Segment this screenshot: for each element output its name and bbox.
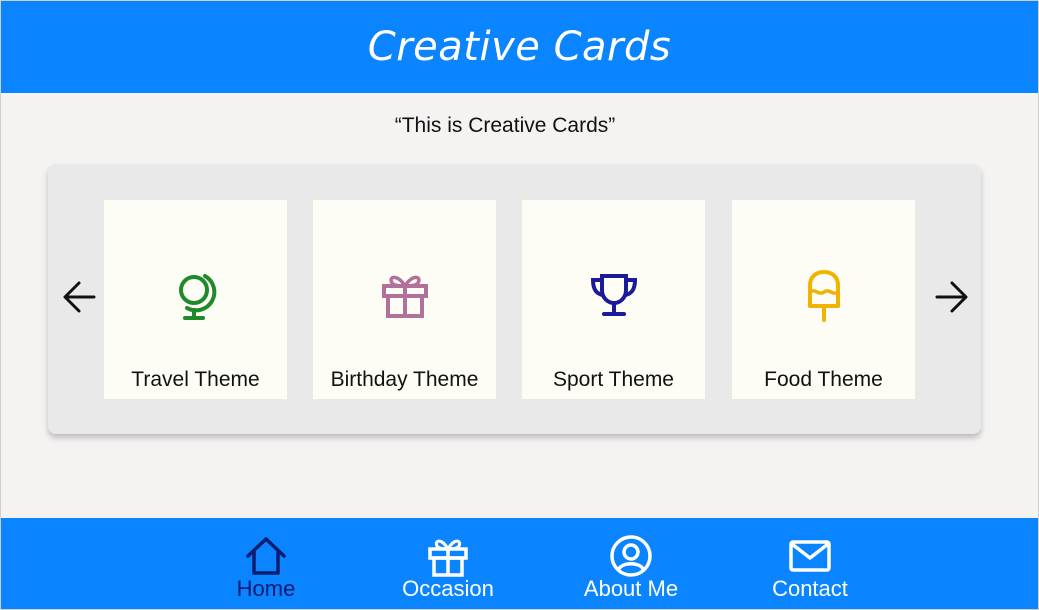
nav-item-contact[interactable]: Contact: [750, 518, 870, 609]
nav-label: Occasion: [402, 576, 494, 601]
globe-icon: [178, 274, 216, 320]
card-label: Birthday Theme: [330, 368, 479, 391]
nav-label: About Me: [583, 576, 679, 601]
gift-icon: [428, 539, 468, 577]
envelope-icon: [789, 540, 831, 572]
card-label: Travel Theme: [131, 368, 260, 391]
arrow-right-icon[interactable]: [931, 277, 971, 317]
nav-label: Home: [236, 576, 296, 601]
home-icon: [246, 537, 286, 575]
card-label: Sport Theme: [552, 368, 674, 391]
nav-item-occasion[interactable]: Occasion: [388, 518, 508, 609]
bottom-nav: Home Occasion About Me Contact: [1, 518, 1038, 609]
card-sport-theme[interactable]: Sport Theme: [522, 200, 705, 399]
nav-item-home[interactable]: Home: [206, 518, 326, 609]
app-header: Creative Cards: [1, 1, 1038, 93]
trophy-icon: [590, 274, 637, 316]
theme-carousel: Travel Theme Birthday Theme Sport Theme …: [48, 164, 981, 434]
intro-text: “This is Creative Cards”: [394, 114, 616, 137]
card-food-theme[interactable]: Food Theme: [732, 200, 915, 399]
card-label: Food Theme: [764, 368, 883, 391]
card-travel-theme[interactable]: Travel Theme: [104, 200, 287, 399]
user-icon: [610, 535, 652, 577]
nav-label: Contact: [772, 576, 848, 601]
gift-icon: [381, 275, 428, 318]
nav-item-about-me[interactable]: About Me: [571, 518, 691, 609]
arrow-left-icon[interactable]: [60, 277, 100, 317]
app-title: Creative Cards: [367, 24, 672, 70]
card-birthday-theme[interactable]: Birthday Theme: [313, 200, 496, 399]
ice-cream-icon: [807, 270, 840, 322]
